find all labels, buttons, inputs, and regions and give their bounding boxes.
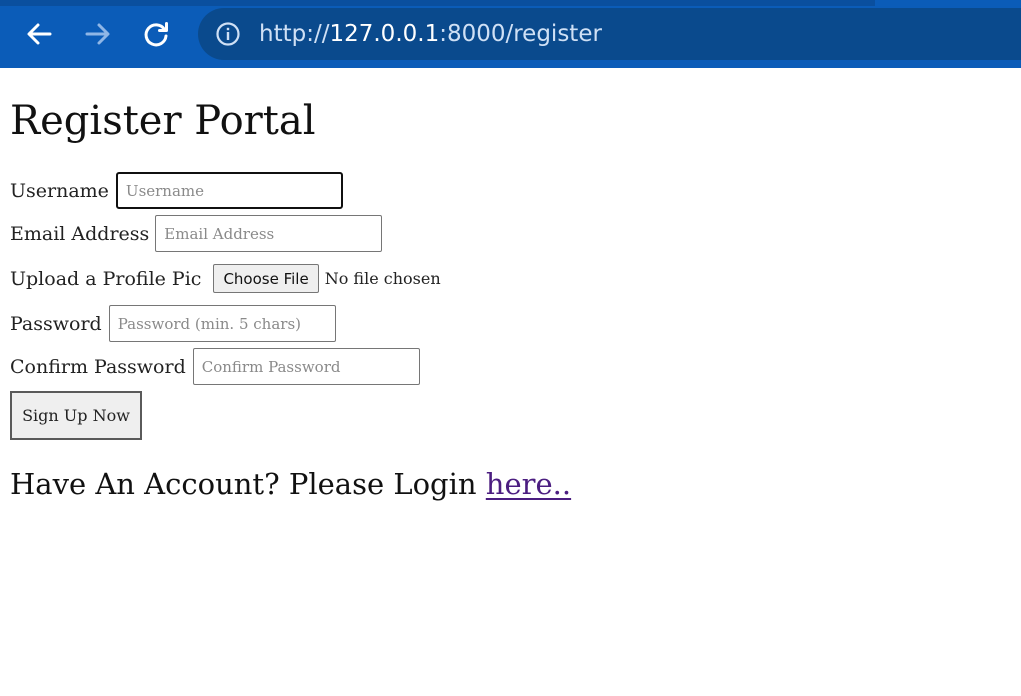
file-status-text: No file chosen <box>324 269 441 288</box>
confirm-password-input[interactable] <box>192 348 420 385</box>
choose-file-button[interactable]: Choose File <box>213 264 319 293</box>
username-label: Username <box>10 179 109 202</box>
login-prompt-text: Have An Account? Please Login <box>10 467 486 501</box>
email-label: Email Address <box>10 222 150 245</box>
url-host: 127.0.0.1 <box>329 21 440 47</box>
profile-pic-label: Upload a Profile Pic <box>10 267 202 290</box>
sign-up-button[interactable]: Sign Up Now <box>10 391 142 440</box>
email-input[interactable] <box>155 215 383 252</box>
reload-icon <box>144 22 168 47</box>
profile-pic-row: Upload a Profile Pic Choose File No file… <box>10 264 441 293</box>
arrow-left-icon <box>27 23 52 45</box>
confirm-password-label: Confirm Password <box>10 355 186 378</box>
email-row: Email Address <box>10 215 383 252</box>
url-scheme: http:// <box>259 21 330 47</box>
login-prompt: Have An Account? Please Login here.. <box>10 466 571 502</box>
browser-toolbar: http://127.0.0.1:8000/register <box>0 0 1021 68</box>
username-row: Username <box>10 172 343 209</box>
reload-button[interactable] <box>136 14 176 54</box>
tab-strip-edge <box>0 0 875 6</box>
arrow-right-icon <box>85 23 110 45</box>
address-bar[interactable]: http://127.0.0.1:8000/register <box>198 8 1021 60</box>
url-text[interactable]: http://127.0.0.1:8000/register <box>259 20 602 48</box>
confirm-password-row: Confirm Password <box>10 348 420 385</box>
username-input[interactable] <box>115 172 343 209</box>
password-label: Password <box>10 312 102 335</box>
password-input[interactable] <box>108 305 336 342</box>
login-link[interactable]: here.. <box>486 467 571 501</box>
info-circle-icon[interactable] <box>215 21 241 47</box>
url-path: :8000/register <box>439 21 602 47</box>
page-title: Register Portal <box>10 98 316 144</box>
back-button[interactable] <box>19 14 59 54</box>
password-row: Password <box>10 305 336 342</box>
forward-button[interactable] <box>78 14 118 54</box>
